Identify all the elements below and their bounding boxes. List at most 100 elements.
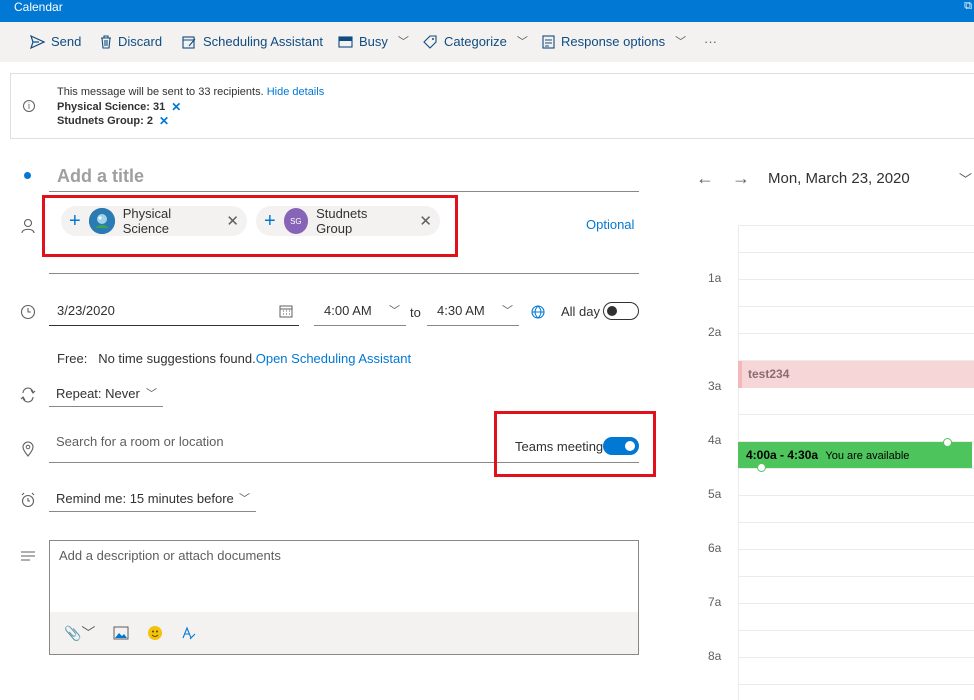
resize-handle-top[interactable]: [943, 438, 952, 447]
hide-details-link[interactable]: Hide details: [267, 86, 324, 98]
chevron-down-icon[interactable]: ﹀: [959, 169, 972, 188]
calendar-event-existing[interactable]: test234: [738, 361, 974, 388]
chevron-down-icon: ﹀: [675, 36, 687, 48]
alarm-icon: [21, 492, 35, 508]
calendar-event-new[interactable]: 4:00a - 4:30a You are available: [738, 442, 972, 468]
chevron-down-icon: ﹀: [389, 305, 400, 317]
response-options-dropdown[interactable]: Response options ﹀: [542, 22, 686, 62]
group-count-text: Physical Science: 31: [57, 101, 166, 113]
remind-label: Remind me:: [56, 491, 127, 506]
insert-picture-icon[interactable]: [113, 626, 129, 640]
repeat-dropdown[interactable]: Repeat: Never ﹀: [49, 382, 163, 407]
end-time-value: 4:30 AM: [437, 303, 485, 318]
time-zone-icon[interactable]: [531, 305, 545, 319]
formatting-toolbar: 📎﹀: [50, 612, 638, 654]
clock-icon: [20, 304, 36, 320]
highlight-box-teams: [494, 411, 656, 477]
emoji-icon[interactable]: [147, 625, 163, 641]
popout-icon[interactable]: ⧉: [964, 0, 972, 13]
resize-handle-bottom[interactable]: [757, 463, 766, 472]
trash-icon: [101, 35, 111, 49]
hour-label: 3a: [708, 379, 722, 393]
highlight-box-attendees: [42, 195, 458, 257]
description-icon: [21, 551, 35, 561]
send-label: Send: [51, 34, 82, 49]
format-text-icon[interactable]: [181, 625, 197, 641]
recipient-group-studnets: Studnets Group: 2 ✕: [57, 114, 169, 128]
event-title: test234: [748, 367, 790, 381]
toggle-knob: [607, 305, 617, 316]
remove-icon[interactable]: ✕: [159, 114, 169, 128]
location-placeholder: Search for a room or location: [56, 434, 224, 449]
hour-label: 1a: [708, 271, 722, 285]
hour-label: 6a: [708, 541, 722, 555]
availability-row: Free: No time suggestions found.Open Sch…: [57, 351, 411, 366]
description-placeholder: Add a description or attach documents: [59, 548, 281, 563]
no-suggestions-text: No time suggestions found.: [98, 351, 256, 366]
recipients-message: This message will be sent to 33 recipien…: [57, 86, 324, 98]
open-scheduling-assistant-link[interactable]: Open Scheduling Assistant: [256, 351, 411, 366]
chevron-down-icon: ﹀: [239, 493, 250, 505]
start-time-dropdown[interactable]: 4:00 AM ﹀: [314, 299, 406, 326]
calendar-date: Mon, March 23, 2020: [768, 169, 910, 187]
repeat-label: Repeat:: [56, 386, 102, 401]
description-editor[interactable]: Add a description or attach documents 📎﹀: [49, 540, 639, 655]
location-icon: [22, 441, 34, 457]
title-input[interactable]: Add a title: [49, 162, 639, 192]
hour-label: 7a: [708, 595, 722, 609]
recipient-group-physical-science: Physical Science: 31 ✕: [57, 100, 181, 114]
reminder-dropdown[interactable]: Remind me: 15 minutes before ﹀: [49, 487, 256, 512]
response-options-icon: [542, 35, 555, 49]
response-options-label: Response options: [561, 34, 666, 49]
all-day-label: All day: [561, 304, 601, 319]
event-time: 4:00a - 4:30a: [746, 448, 819, 462]
hour-label: 5a: [708, 487, 722, 501]
chevron-down-icon: ﹀: [146, 388, 157, 400]
busy-label: Busy: [359, 34, 388, 49]
end-time-dropdown[interactable]: 4:30 AM ﹀: [427, 299, 519, 326]
info-icon: i: [23, 100, 35, 112]
scheduling-label: Scheduling Assistant: [203, 34, 323, 49]
calendar-day-header: ← → Mon, March 23, 2020 ﹀: [696, 165, 974, 191]
app-title-bar: Calendar ⧉: [0, 0, 974, 22]
chevron-down-icon: ﹀: [397, 36, 409, 48]
busy-status-icon: [338, 36, 353, 48]
availability-status: You are available: [825, 450, 910, 462]
optional-attendees-link[interactable]: Optional: [586, 217, 634, 232]
show-as-dropdown[interactable]: Busy ﹀: [338, 22, 409, 62]
previous-day-icon[interactable]: ←: [696, 168, 732, 189]
recipients-info-banner: i This message will be sent to 33 recipi…: [10, 73, 974, 139]
tag-icon: [423, 35, 437, 49]
next-day-icon[interactable]: →: [732, 168, 768, 189]
hour-label: 8a: [708, 649, 722, 663]
calendar-picker-icon[interactable]: [279, 304, 293, 318]
remove-icon[interactable]: ✕: [171, 100, 181, 114]
calendar-edit-icon: [182, 36, 196, 49]
hour-label: 2a: [708, 325, 722, 339]
date-value: 3/23/2020: [57, 303, 115, 318]
remind-value: 15 minutes before: [129, 491, 234, 506]
attach-icon[interactable]: 📎﹀: [64, 623, 95, 643]
chevron-down-icon: ﹀: [516, 36, 528, 48]
categorize-dropdown[interactable]: Categorize ﹀: [423, 22, 528, 62]
command-bar: Send Discard Scheduling Assistant Busy ﹀…: [0, 22, 974, 62]
scheduling-assistant-button[interactable]: Scheduling Assistant: [182, 22, 323, 62]
repeat-icon: [20, 387, 36, 403]
repeat-value: Never: [105, 386, 140, 401]
chevron-down-icon: ﹀: [502, 305, 513, 317]
more-options-button[interactable]: ···: [704, 22, 717, 62]
send-button[interactable]: Send: [30, 22, 81, 62]
all-day-toggle[interactable]: [603, 302, 639, 320]
more-icon: ···: [704, 34, 717, 49]
categorize-label: Categorize: [444, 34, 507, 49]
person-icon: [21, 218, 35, 234]
start-date-field[interactable]: 3/23/2020: [49, 299, 299, 326]
hour-label: 4a: [708, 433, 722, 447]
discard-button[interactable]: Discard: [100, 22, 162, 62]
required-indicator: [24, 172, 31, 179]
discard-label: Discard: [118, 34, 163, 49]
recipients-count-text: This message will be sent to 33 recipien…: [57, 86, 264, 98]
to-label: to: [410, 305, 421, 320]
group-count-text: Studnets Group: 2: [57, 115, 153, 127]
start-time-value: 4:00 AM: [324, 303, 372, 318]
